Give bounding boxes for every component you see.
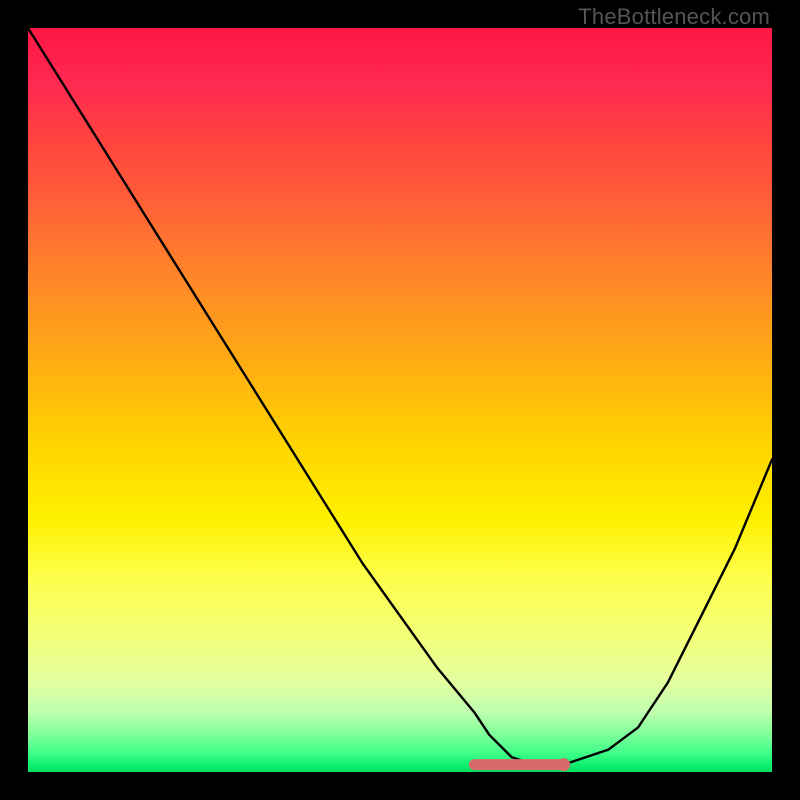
minimum-end-dot (557, 758, 570, 771)
watermark-text: TheBottleneck.com (578, 4, 770, 30)
bottleneck-curve (28, 28, 772, 765)
chart-frame: TheBottleneck.com (0, 0, 800, 800)
chart-overlay (28, 28, 772, 772)
